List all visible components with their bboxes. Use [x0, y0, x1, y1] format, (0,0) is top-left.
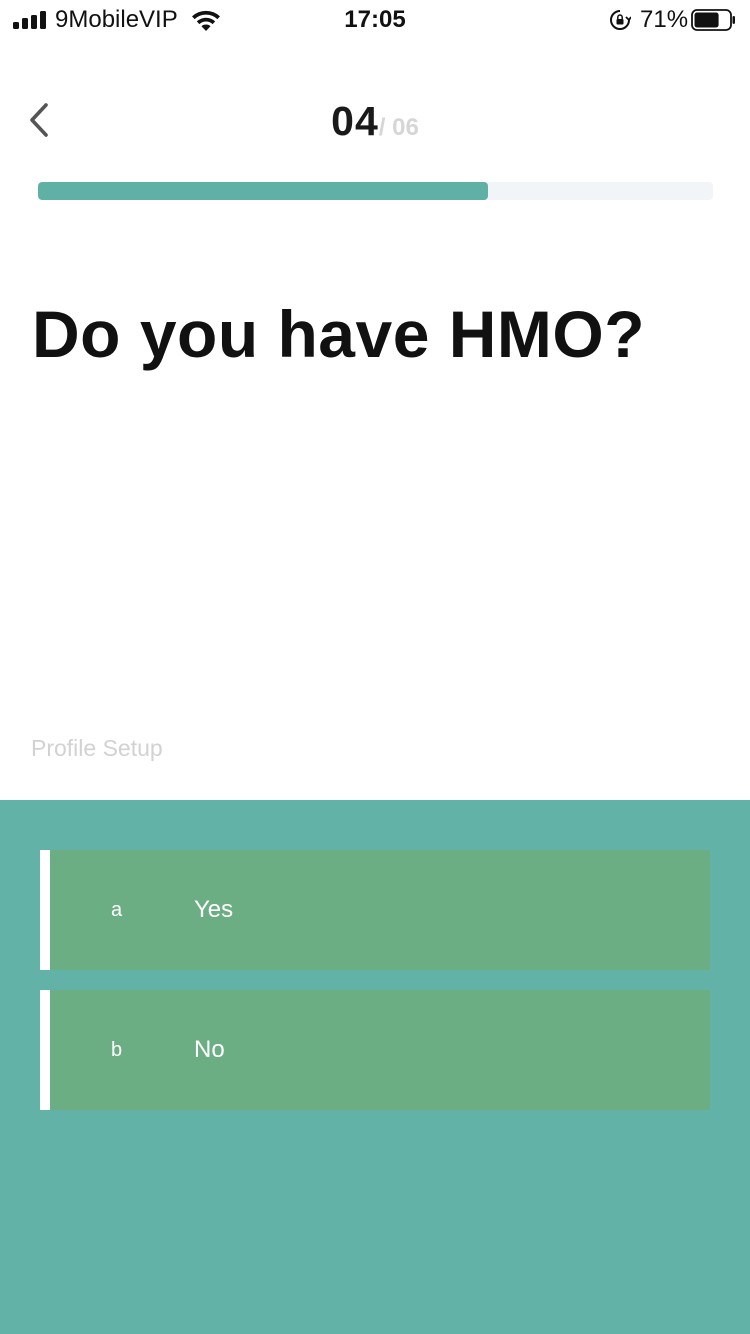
option-letter: a	[111, 899, 123, 921]
step-current: 04	[331, 98, 379, 144]
option-label: Yes	[194, 896, 234, 923]
option-letter: b	[111, 1039, 123, 1061]
answer-panel: a Yes b No	[0, 800, 750, 1334]
battery-percentage: 71%	[640, 6, 689, 33]
orientation-lock-icon	[610, 10, 631, 30]
battery-icon	[691, 9, 735, 31]
status-time: 17:05	[344, 6, 406, 33]
progress-bar	[38, 182, 713, 200]
option-label: No	[194, 1036, 225, 1063]
step-counter: 04/ 06	[0, 98, 750, 145]
option-no[interactable]: b No	[40, 990, 710, 1110]
option-yes[interactable]: a Yes	[40, 850, 710, 970]
status-bar: 9MobileVIP 17:05 71%	[0, 0, 750, 40]
question-title: Do you have HMO?	[32, 297, 646, 371]
progress-fill	[38, 182, 489, 200]
step-total: / 06	[378, 114, 419, 141]
section-label: Profile Setup	[31, 735, 163, 761]
